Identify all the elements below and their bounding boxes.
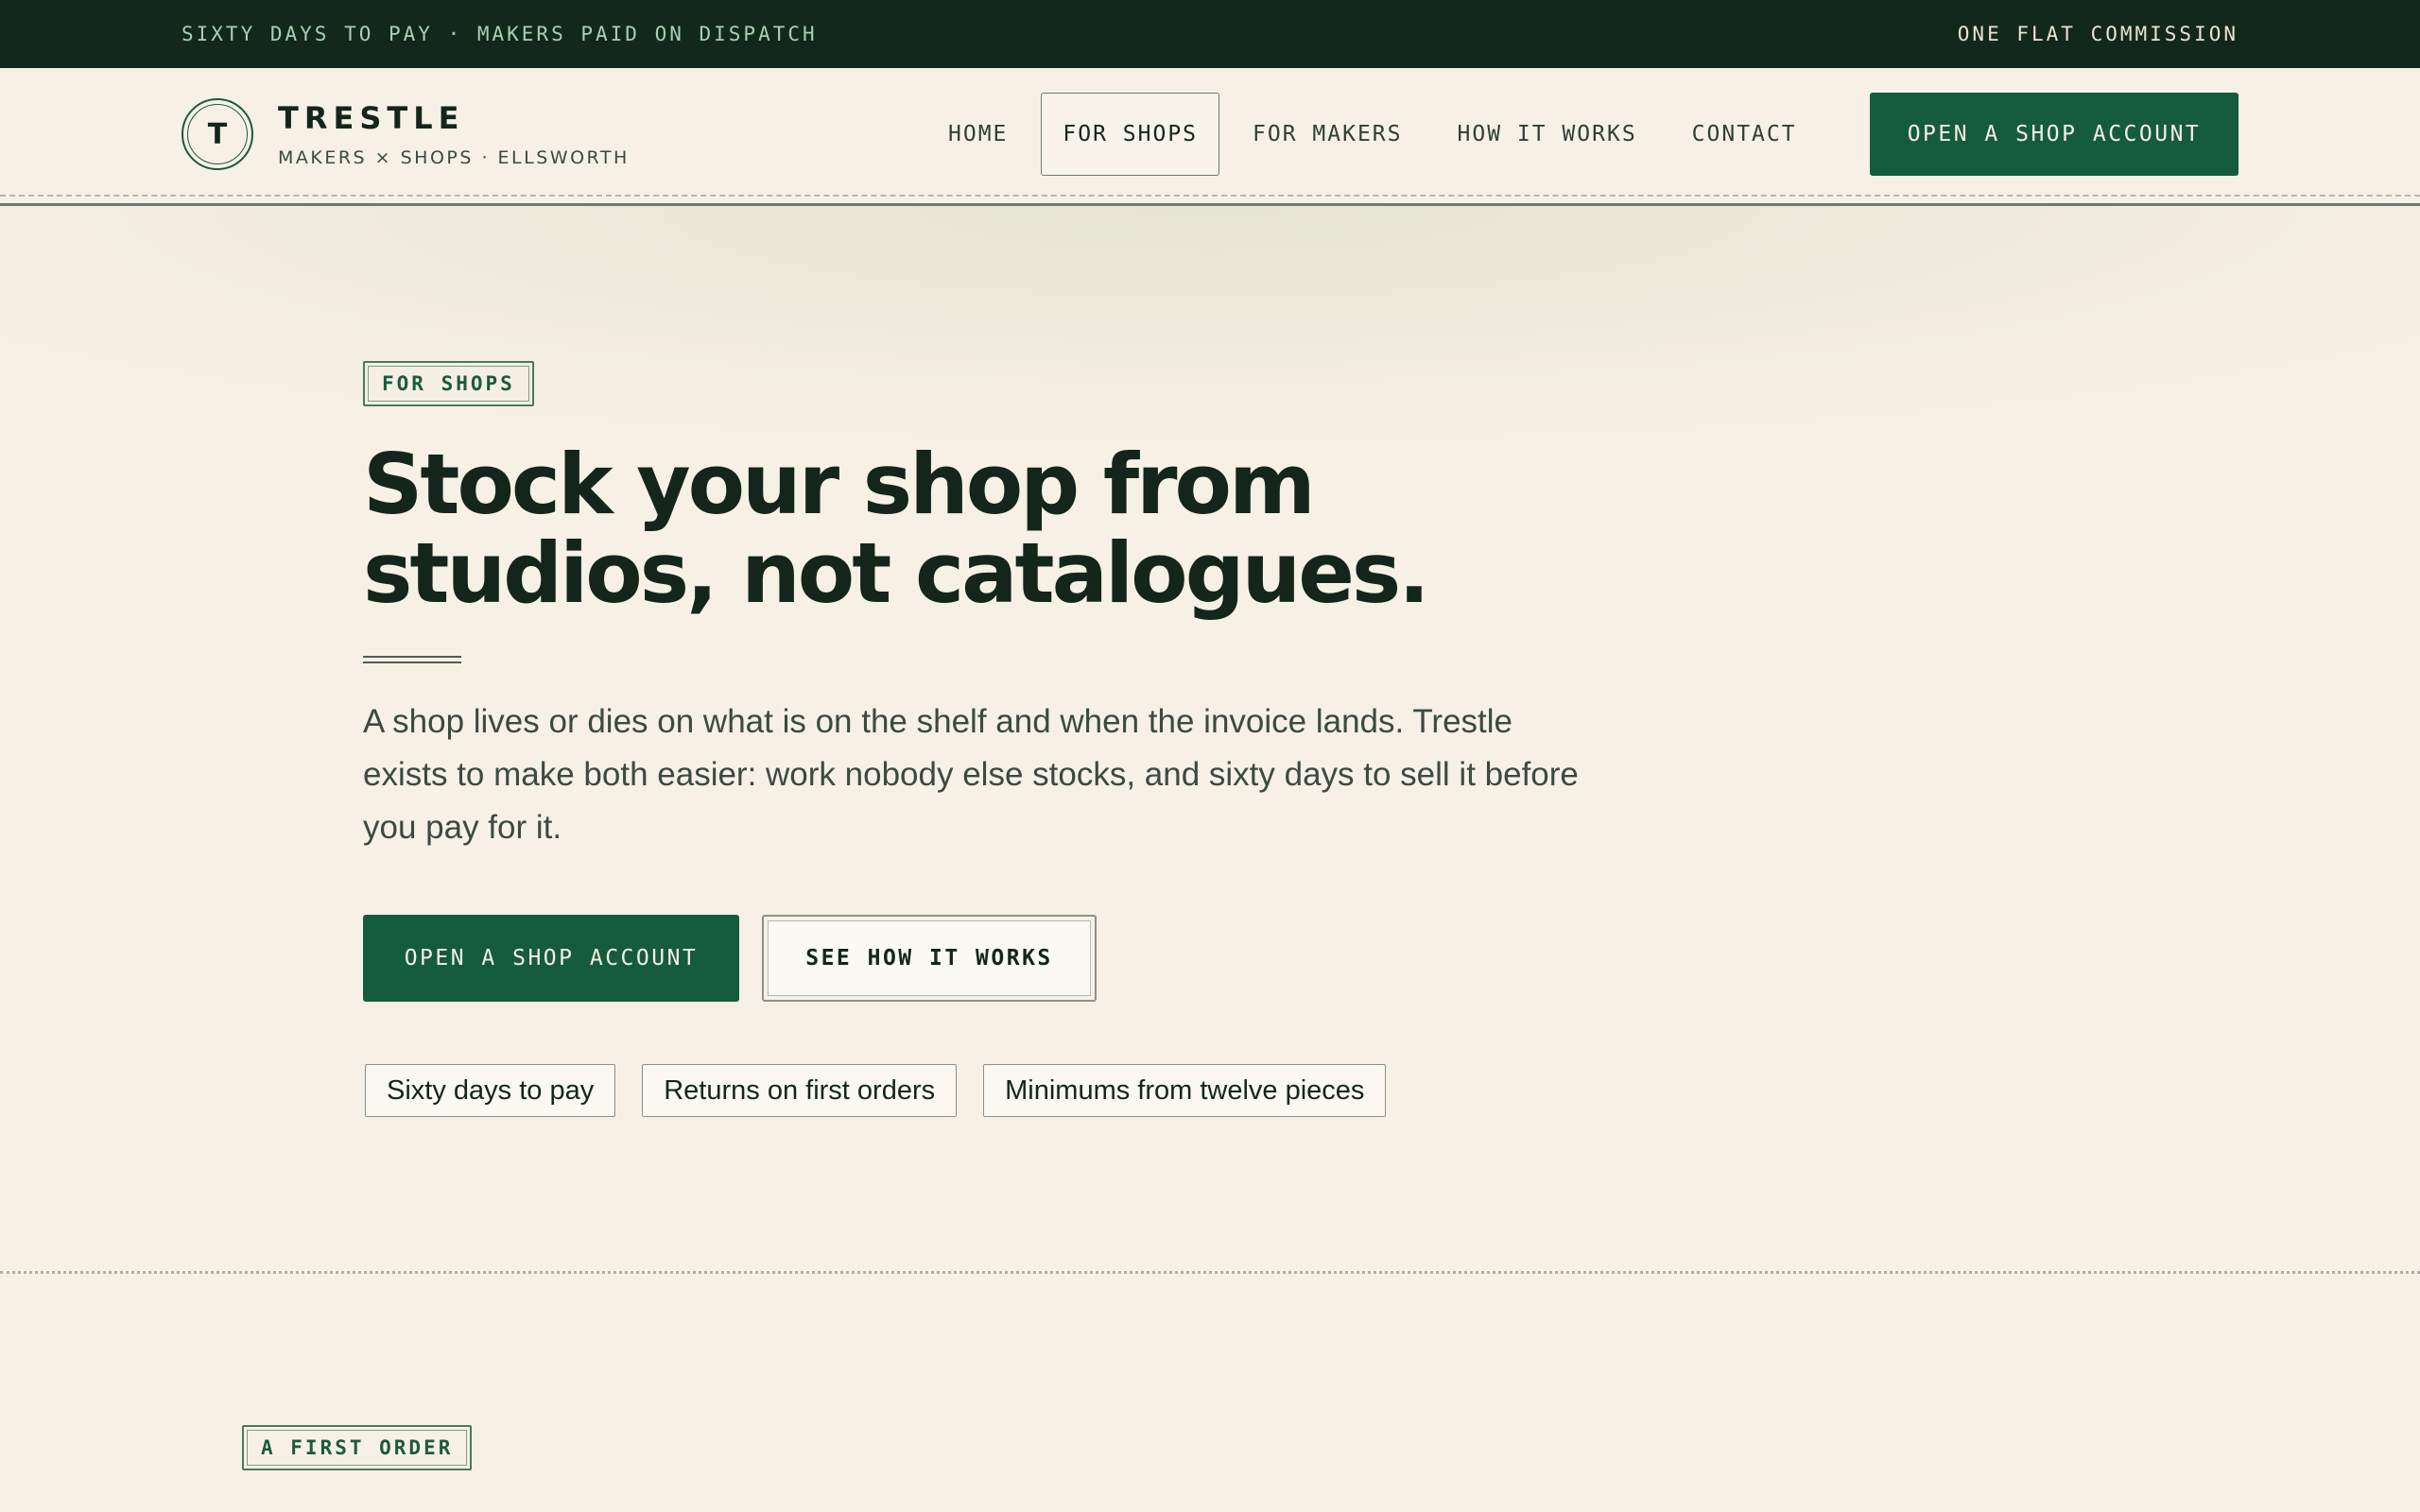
open-shop-account-header-button[interactable]: OPEN A SHOP ACCOUNT (1870, 93, 2238, 176)
open-shop-account-button[interactable]: OPEN A SHOP ACCOUNT (363, 915, 739, 1002)
headline-divider (363, 656, 461, 663)
brand-name: TRESTLE (278, 100, 465, 136)
first-order-tag: A FIRST ORDER (242, 1425, 473, 1470)
nav-for-makers[interactable]: FOR MAKERS (1231, 93, 1424, 176)
brand-monogram: T (187, 104, 248, 164)
nav-contact[interactable]: CONTACT (1670, 93, 1819, 176)
announcement-left: SIXTY DAYS TO PAY · MAKERS PAID ON DISPA… (182, 23, 818, 45)
nav-for-shops[interactable]: FOR SHOPS (1041, 93, 1220, 176)
brand-logo[interactable]: T TRESTLE MAKERS × SHOPS · ELLSWORTH (182, 98, 630, 170)
brand-seal-icon: T (182, 98, 253, 170)
section-tag: FOR SHOPS (363, 361, 534, 406)
feature-chips: Sixty days to pay Returns on first order… (365, 1064, 1412, 1117)
section-divider (0, 1271, 2420, 1274)
chip-returns: Returns on first orders (642, 1064, 958, 1117)
hero-section: FOR SHOPS Stock your shop from studios, … (0, 206, 2420, 1274)
chip-sixty-days: Sixty days to pay (365, 1064, 616, 1117)
hero-headline: Stock your shop from studios, not catalo… (363, 440, 1592, 618)
main-nav: HOME FOR SHOPS FOR MAKERS HOW IT WORKS C… (926, 93, 1830, 176)
chip-minimums: Minimums from twelve pieces (983, 1064, 1387, 1117)
see-how-it-works-button[interactable]: SEE HOW IT WORKS (762, 915, 1097, 1002)
announcement-right: ONE FLAT COMMISSION (1957, 23, 2238, 45)
hero-headline-line2: studios, not catalogues. (363, 524, 1430, 622)
hero-lede: A shop lives or dies on what is on the s… (363, 703, 1579, 846)
announcement-bar: SIXTY DAYS TO PAY · MAKERS PAID ON DISPA… (0, 0, 2420, 68)
hero-headline-line1: Stock your shop from (363, 436, 1316, 533)
nav-how-it-works[interactable]: HOW IT WORKS (1436, 93, 1659, 176)
nav-home[interactable]: HOME (926, 93, 1029, 176)
section-tag-label: FOR SHOPS (368, 366, 529, 402)
site-header: T TRESTLE MAKERS × SHOPS · ELLSWORTH HOM… (0, 68, 2420, 206)
see-how-it-works-label: SEE HOW IT WORKS (768, 920, 1091, 996)
first-order-tag-label: A FIRST ORDER (247, 1430, 468, 1466)
brand-tagline: MAKERS × SHOPS · ELLSWORTH (278, 147, 630, 168)
